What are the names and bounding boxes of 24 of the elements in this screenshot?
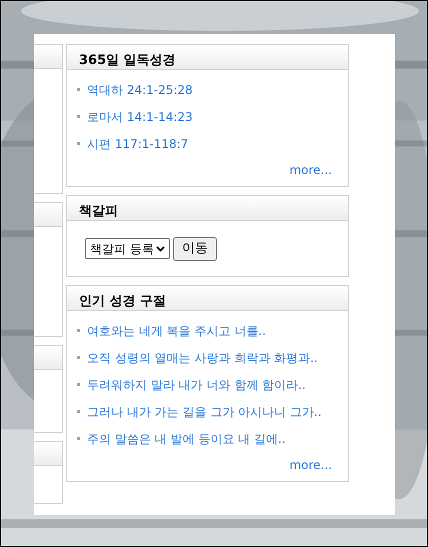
verse-link[interactable]: 오직 성령의 열매는 사랑과 희락과 화평과..: [87, 348, 318, 366]
bullet-icon: [77, 142, 80, 145]
verse-link[interactable]: 시편 117:1-118:7: [87, 134, 188, 152]
bullet-icon: [77, 437, 80, 440]
bullet-icon: [77, 383, 80, 386]
chevron-down-icon: [156, 246, 165, 252]
more-link[interactable]: more...: [289, 160, 332, 178]
bullet-icon: [77, 356, 80, 359]
bullet-icon: [77, 410, 80, 413]
panel-title: 인기 성경 구절: [79, 295, 166, 308]
bullet-icon: [77, 88, 80, 91]
verse-link[interactable]: 두려워하지 말라 내가 너와 함께 함이라..: [87, 376, 306, 394]
bullet-icon: [77, 329, 80, 332]
verse-link[interactable]: 역대하 24:1-25:28: [87, 80, 193, 98]
verse-link[interactable]: 로마서 14:1-14:23: [87, 108, 193, 126]
panel-title: 365일 일독성경: [79, 54, 176, 67]
bookmark-select[interactable]: 책갈피 등록: [85, 238, 170, 259]
verse-link[interactable]: 주의 말씀은 내 발에 등이요 내 길에..: [87, 430, 286, 448]
more-link[interactable]: more...: [289, 456, 332, 474]
verse-link[interactable]: 그러나 내가 가는 길을 그가 아시나니 그가..: [87, 402, 322, 420]
panel-title: 책갈피: [79, 205, 118, 218]
bullet-icon: [77, 115, 80, 118]
go-button[interactable]: 이동: [172, 236, 217, 260]
verse-link[interactable]: 여호와는 네게 복을 주시고 너를..: [87, 322, 266, 340]
